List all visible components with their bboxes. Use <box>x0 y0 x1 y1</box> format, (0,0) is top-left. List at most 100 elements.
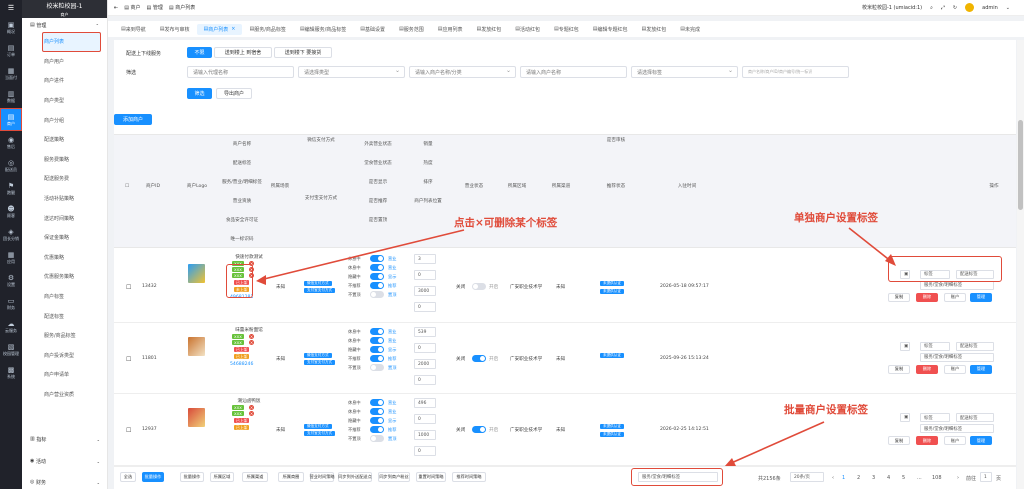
sort-input[interactable]: 2000 <box>414 359 436 369</box>
op-delete-button[interactable]: 删除 <box>916 436 938 445</box>
tab-item[interactable]: ▤ 编辑服务/商品标签 <box>293 24 353 35</box>
delivery-tag-select[interactable]: 配送标签 <box>956 413 994 422</box>
status-switch[interactable] <box>370 328 384 335</box>
search-icon[interactable]: ⌕ <box>930 5 933 11</box>
sort-input[interactable]: 0 <box>414 302 436 312</box>
footer-action-button[interactable]: 所属区域 <box>210 472 234 482</box>
nav-overview[interactable]: ▣ 概况 <box>0 16 22 39</box>
submenu-item[interactable]: 保证金策略 <box>22 228 107 248</box>
submenu-item[interactable]: 商户营业资质 <box>22 385 107 405</box>
page-number[interactable]: 4 <box>887 475 890 481</box>
nav-group[interactable]: ◈ 团长分销 <box>0 223 22 246</box>
breadcrumb-item[interactable]: ▤ 商户 <box>124 4 140 11</box>
export-button[interactable]: 导出商户 <box>216 88 252 99</box>
op-account-button[interactable]: 账户 <box>944 364 966 374</box>
op-icon-button[interactable]: ▣ <box>900 341 910 351</box>
tag-close-icon[interactable]: × <box>249 334 254 339</box>
wxpay-badge[interactable]: 微信支付方式 <box>304 352 332 358</box>
tab-item[interactable]: ▤ 编辑专题红包 <box>586 24 635 35</box>
tab-item[interactable]: ▤ 服务范围 <box>392 24 431 35</box>
wxpay-badge[interactable]: 微信支付方式 <box>304 280 332 286</box>
tab-item[interactable]: ▤ 发放红包 <box>635 24 674 35</box>
submenu-group-manage[interactable]: ▤ 管理 ⌃ <box>22 18 107 32</box>
tab-item[interactable]: ▤ 活动红包 <box>508 24 547 35</box>
nav-system[interactable]: ▩ 系统 <box>0 361 22 384</box>
tab-item[interactable]: ▤ 服务/商品标签 <box>242 24 292 35</box>
sort-input[interactable]: 1000 <box>414 430 436 440</box>
page-number[interactable]: ... <box>917 475 922 481</box>
nav-users[interactable]: ☻ 顾客 <box>0 200 22 223</box>
school-name[interactable]: 校米粒校园-1 (umiacid:1) <box>862 4 922 11</box>
next-page-icon[interactable]: › <box>957 475 959 481</box>
merchant-code[interactable]: 54688246 <box>230 362 253 367</box>
open-switch[interactable] <box>472 282 486 290</box>
submenu-item[interactable]: 配送策略 <box>22 130 107 150</box>
status-switch[interactable] <box>370 337 384 344</box>
nav-checkout[interactable]: ▦ 当面付 <box>0 62 22 85</box>
op-copy-button[interactable]: 复制 <box>888 292 910 302</box>
merchant-name[interactable]: 潮汕卤鸭饭 <box>226 398 272 404</box>
status-switch[interactable] <box>370 408 384 415</box>
status-switch[interactable] <box>370 346 384 353</box>
status-switch[interactable] <box>370 435 384 442</box>
sort-input[interactable]: 0 <box>414 414 436 424</box>
tab-item[interactable]: ▤ 未完成 <box>673 24 707 35</box>
delivery-tag-select[interactable]: 配送标签 <box>956 341 994 351</box>
filter-option-downstairs[interactable]: 送到楼下 要接货 <box>274 47 332 58</box>
alipay-badge[interactable]: 支付宝支付方式 <box>304 431 336 436</box>
nav-data[interactable]: ▥ 数据 <box>0 85 22 108</box>
sort-input[interactable]: 0 <box>414 446 436 456</box>
submenu-item[interactable]: 商户用户 <box>22 52 107 72</box>
sort-input[interactable]: 0 <box>414 375 436 385</box>
tag-close-icon[interactable]: × <box>249 340 254 345</box>
sort-input[interactable]: 539 <box>414 327 436 337</box>
status-switch[interactable] <box>370 291 384 298</box>
status-switch[interactable] <box>370 255 384 262</box>
status-switch[interactable] <box>370 355 384 362</box>
tag-select[interactable]: 请选择标签 <box>631 66 738 78</box>
footer-action-button[interactable]: 同步到商户粉丝 <box>378 472 410 482</box>
breadcrumb-item[interactable]: ▤ 管理 <box>147 4 163 11</box>
submenu-item[interactable]: 商户标签 <box>22 287 107 307</box>
service-tag-select[interactable]: 服务/堂食/明细标签 <box>920 424 994 433</box>
sort-input[interactable]: 3 <box>414 254 436 264</box>
submenu-group-finance[interactable]: ◎ 财务 ⌄ <box>22 475 108 489</box>
footer-action-button[interactable]: 重置时间策略 <box>416 472 446 482</box>
tag-select[interactable]: 标签 <box>920 341 950 351</box>
status-switch[interactable] <box>370 426 384 433</box>
footer-action-button[interactable]: 所属商圈 <box>278 472 304 482</box>
fullscreen-icon[interactable]: ⤢ <box>941 5 945 11</box>
footer-action-button[interactable]: 推荐时间策略 <box>452 472 486 482</box>
footer-action-button[interactable]: 所属渠道 <box>242 472 268 482</box>
op-delete-button[interactable]: 删除 <box>916 292 938 302</box>
nav-orders[interactable]: ▤ 订单 <box>0 39 22 62</box>
submenu-item[interactable]: 商户投诉类型 <box>22 346 107 366</box>
filter-option-all[interactable]: 不限 <box>187 47 212 58</box>
agent-name-input[interactable]: 请输入代理名称 <box>187 66 294 78</box>
menu-toggle-icon[interactable]: ☰ <box>0 0 22 16</box>
nav-settings[interactable]: ⚙ 设置 <box>0 269 22 292</box>
merchant-name[interactable]: 快速付款测试 <box>226 254 272 260</box>
submenu-group-score[interactable]: ▥ 指标 ⌄ <box>22 432 108 446</box>
footer-action-button[interactable]: 全选 <box>120 472 136 482</box>
scrollbar-thumb[interactable] <box>1018 120 1023 210</box>
scrollbar[interactable] <box>1017 40 1024 489</box>
submenu-item[interactable]: 商户分组 <box>22 110 107 130</box>
status-switch[interactable] <box>370 399 384 406</box>
status-switch[interactable] <box>370 417 384 424</box>
nav-runner[interactable]: ⚑ 跑腿 <box>0 177 22 200</box>
page-input[interactable]: 1 <box>980 472 992 482</box>
status-switch[interactable] <box>370 364 384 371</box>
sort-input[interactable]: 0 <box>414 270 436 280</box>
op-copy-button[interactable]: 复制 <box>888 436 910 445</box>
op-manage-button[interactable]: 管理 <box>970 364 992 374</box>
footer-action-button[interactable]: 批量操作 <box>142 472 164 482</box>
tab-item[interactable]: ▤ 专题红包 <box>547 24 586 35</box>
submenu-item[interactable]: 活动补贴策略 <box>22 189 107 209</box>
chevron-down-icon[interactable]: ⌄ <box>1006 5 1010 11</box>
prev-page-icon[interactable]: ‹ <box>832 475 834 481</box>
row-checkbox[interactable]: ☐ <box>126 284 131 291</box>
category-select[interactable]: 请输入商户名称/分类 <box>409 66 516 78</box>
page-number[interactable]: 5 <box>902 475 905 481</box>
search-button[interactable]: 筛选 <box>187 88 212 99</box>
